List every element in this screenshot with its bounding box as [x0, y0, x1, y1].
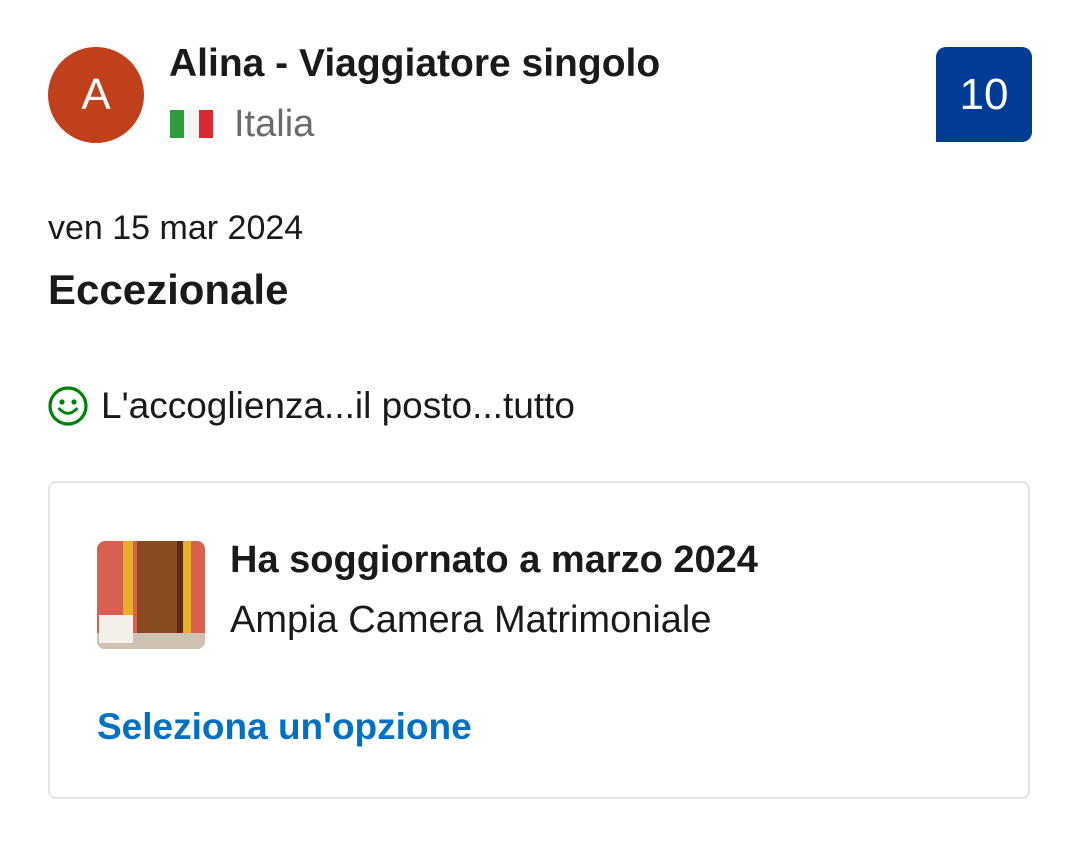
stay-period: Ha soggiornato a marzo 2024 [230, 539, 758, 581]
review-positive-text: L'accoglienza...il posto...tutto [101, 385, 575, 426]
italy-flag-icon [170, 110, 213, 138]
reviewer-name: Alina - Viaggiatore singolo [169, 42, 661, 85]
smile-icon [48, 386, 88, 426]
review-score-badge: 10 [936, 47, 1032, 142]
review-date: ven 15 mar 2024 [48, 209, 304, 247]
room-name: Ampia Camera Matrimoniale [230, 599, 712, 641]
review-title: Eccezionale [48, 266, 289, 313]
avatar-initial: A [81, 70, 111, 119]
review-score-value: 10 [959, 69, 1009, 119]
reviewer-country: Italia [234, 103, 315, 145]
stay-info-card: Ha soggiornato a marzo 2024 Ampia Camera… [48, 481, 1030, 799]
reviewer-avatar: A [48, 47, 144, 143]
select-option-link[interactable]: Seleziona un'opzione [97, 706, 472, 748]
room-thumbnail [97, 541, 205, 649]
